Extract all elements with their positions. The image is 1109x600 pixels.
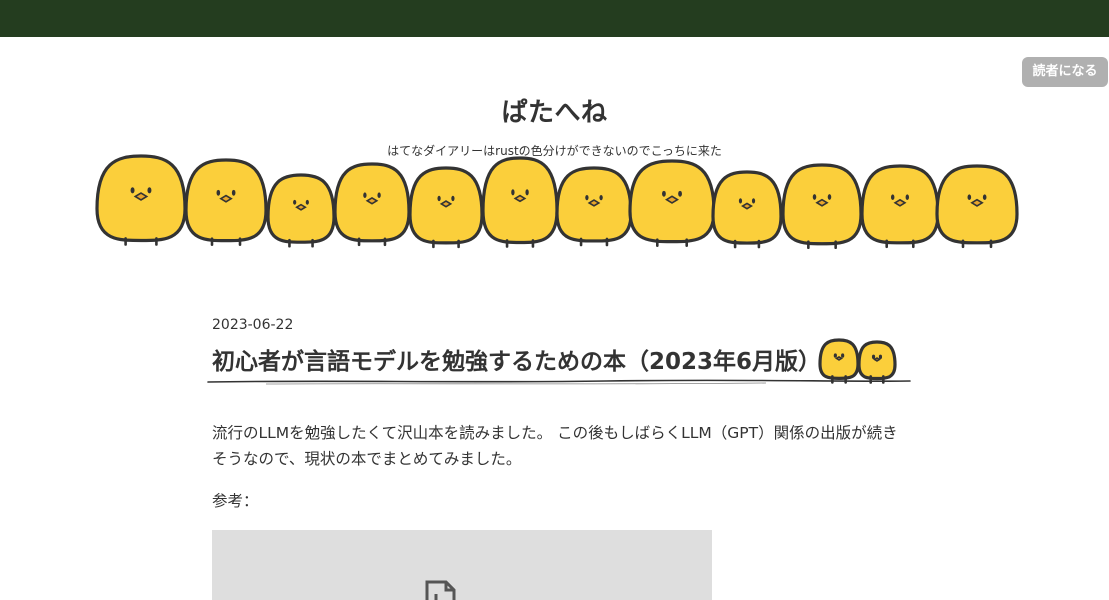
banner-chick-icon — [333, 162, 411, 247]
banner-chick-icon — [628, 159, 716, 247]
subscribe-button[interactable]: 読者になる — [1022, 57, 1108, 87]
reference-label: 参考： — [212, 492, 259, 510]
embedded-link-card[interactable] — [212, 530, 712, 600]
blog-title[interactable]: ぱたへね — [0, 92, 1109, 129]
banner-chick-icon — [184, 158, 268, 246]
banner-chick-icon — [781, 163, 863, 250]
chick-banner — [95, 154, 1019, 250]
banner-chick-icon — [266, 173, 336, 248]
banner-chick-icon — [860, 164, 940, 249]
banner-chick-icon — [555, 166, 633, 247]
entry-date[interactable]: 2023-06-22 — [212, 317, 293, 333]
banner-chick-icon — [935, 164, 1019, 249]
banner-chick-icon — [408, 166, 484, 249]
title-underline — [207, 379, 911, 385]
banner-chick-icon — [481, 156, 559, 248]
entry-body-text: 流行のLLMを勉強したくて沢山本を読みました。 この後もしばらくLLM（GPT）… — [212, 424, 898, 468]
entry-title[interactable]: 初心者が言語モデルを勉強するための本（2023年6月版） — [212, 342, 912, 376]
top-bar — [0, 0, 1109, 37]
banner-chick-icon — [95, 154, 187, 246]
banner-chick-icon — [711, 170, 783, 249]
broken-image-icon — [425, 580, 456, 600]
